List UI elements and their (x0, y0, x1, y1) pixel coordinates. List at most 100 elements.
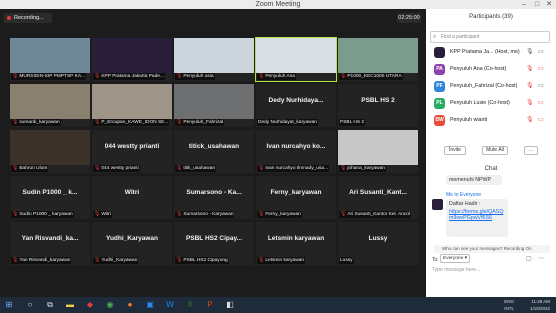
participant-item[interactable]: KPP Pratama Ja... (Host, me) 🎙 ▭ (430, 47, 552, 59)
muted-microphone-icon[interactable]: 🎙 (526, 99, 534, 106)
recording-warning[interactable]: Who can see your messages? Recording On (434, 245, 550, 253)
participant-search-input[interactable]: ⌕ Find a participant (430, 31, 550, 43)
video-tile[interactable]: Witri 🎙Witri (92, 176, 172, 219)
invite-button[interactable]: Invite (444, 146, 466, 155)
video-tile[interactable]: Yan Risvandi_ka... 🎙Yan Risvandi_karyawan (10, 222, 90, 265)
clock[interactable]: 11:48 AM 1/18/2022 (516, 298, 550, 312)
tile-name-text: Ari Susanti_Kantor Kel. Ancol (347, 212, 411, 217)
close-icon[interactable]: ✕ (543, 0, 555, 9)
tile-display-name: Letsmin karyawan (267, 235, 325, 242)
video-tile[interactable]: Sudin P1000 _ k... 🎙Sudin P1000 _ karyawa… (10, 176, 90, 219)
participant-item[interactable]: BW Penyuluh wianti 🎙 ▭ (430, 115, 552, 127)
to-label: To: (432, 257, 439, 263)
firefox-icon[interactable]: ● (124, 299, 136, 311)
video-off-icon[interactable]: ▭ (538, 99, 544, 106)
tile-display-name: Sumarsono - Ka... (186, 189, 242, 196)
chat-link[interactable]: https://forms.gle/QASQm9wePGpwVf6S6 (449, 209, 505, 221)
search-icon[interactable]: ○ (24, 299, 36, 311)
muted-microphone-icon[interactable]: 🎙 (526, 65, 534, 72)
video-tile[interactable]: titick_usahawan 🎙titik_usahawan (174, 130, 254, 173)
task-view-icon[interactable]: ⧉ (44, 299, 56, 311)
tile-name-label: 🎙Penyuluh Ana (257, 73, 296, 80)
recipient-value: Everyone (443, 256, 464, 261)
chat-message-input[interactable]: Type message here... (432, 267, 550, 277)
excel-icon[interactable]: X (184, 299, 196, 311)
video-tile[interactable]: 🎙MURSIDIN-SIP PMPTSP KA... (10, 38, 90, 81)
app-icon[interactable]: ◧ (224, 299, 236, 311)
muted-microphone-icon[interactable]: 🎙 (526, 82, 534, 89)
participant-list: KPP Pratama Ja... (Host, me) 🎙 ▭ PA Peny… (430, 47, 552, 132)
video-tile[interactable]: 🎙Penyuluh Ana (255, 37, 337, 82)
muted-microphone-icon: 🎙 (12, 257, 19, 263)
language-indicator[interactable]: ENG INTL (492, 298, 514, 312)
video-tile[interactable]: Dedy Nurhidaya... Dedy Nurhidayat_karyawa… (256, 84, 336, 127)
tile-name-text: P_Eroupan_KAWE_IDON SE... (101, 120, 169, 125)
warning-text: Who can see your messages? Recording On (442, 246, 532, 251)
recording-indicator[interactable]: Recording... (4, 13, 52, 23)
windows-start-icon[interactable]: ⊞ (3, 299, 15, 311)
video-tile[interactable]: PSBL HS 2 PSBL HS 2 (338, 84, 418, 127)
video-tile[interactable]: Ivan nurcahyo ko... 🎙Ivan nurcahyo Ilmnad… (256, 130, 336, 173)
muted-microphone-icon[interactable]: 🎙 (526, 116, 534, 123)
video-tile[interactable]: Letsmin karyawan 🎙Letsmin karyawan (256, 222, 336, 265)
tile-name-text: Penyuluh_Fahrizal (183, 120, 224, 125)
more-icon[interactable]: ⋯ (538, 255, 544, 262)
muted-microphone-icon: 🎙 (176, 119, 183, 125)
video-tile[interactable]: 🎙Penyuluh_Fahrizal (174, 84, 254, 127)
file-icon[interactable]: ▢ (526, 255, 532, 262)
tile-name-text: Lussy (340, 258, 353, 263)
word-icon[interactable]: W (164, 299, 176, 311)
tile-name-label: 🎙MURSIDIN-SIP PMPTSP KA... (11, 73, 87, 80)
video-tile[interactable]: Ferny_karyawan 🎙Ferny_karyawan (256, 176, 336, 219)
video-camera-icon[interactable]: ▭ (538, 48, 544, 55)
participant-item[interactable]: PL Penyuluh Lusie (Co-host) 🎙 ▭ (430, 98, 552, 110)
search-placeholder: Find a participant (441, 34, 480, 40)
video-tile[interactable]: Sumarsono - Ka... 🎙Sumarsono - Karyawan (174, 176, 254, 219)
video-off-icon[interactable]: ▭ (538, 65, 544, 72)
participant-item[interactable]: PA Penyuluh Ana (Co-host) 🎙 ▭ (430, 64, 552, 76)
avatar (434, 47, 445, 58)
video-tile[interactable]: 🎙P_Eroupan_KAWE_IDON SE... (92, 84, 172, 127)
tile-name-label: 🎙Sudin P1000 _ karyawan (11, 211, 74, 218)
video-tile[interactable]: 🎙KPP Pratama Jakarta Pade... (92, 38, 172, 81)
video-tile[interactable]: Yudhi_Karyawan 🎙Yudhi_Karyawan (92, 222, 172, 265)
video-tile[interactable]: 044 westty prianti 🎙044 westty prianti (92, 130, 172, 173)
participant-name: Penyuluh Lusie (Co-host) (450, 100, 510, 106)
app-icon[interactable]: ◆ (84, 299, 96, 311)
video-off-icon[interactable]: ▭ (538, 116, 544, 123)
recipient-select[interactable]: Everyone ▾ (440, 254, 470, 263)
tile-name-text: P1000_KEC1000 UTARA (347, 74, 402, 79)
video-tile[interactable]: 🎙Bahrun Ulum (10, 130, 90, 173)
video-camera-icon[interactable]: ▭ (538, 82, 544, 89)
minimize-icon[interactable]: – (518, 0, 530, 9)
tile-name-text: 044 westty prianti (101, 166, 139, 171)
video-tile[interactable]: Lussy Lussy (338, 222, 418, 265)
chrome-icon[interactable]: ◉ (104, 299, 116, 311)
muted-microphone-icon: 🎙 (94, 73, 101, 79)
video-tile[interactable]: 🎙johana_karyawan (338, 130, 418, 173)
window-title: Zoom Meeting (255, 1, 301, 8)
tile-name-text: KPP Pratama Jakarta Pade... (101, 74, 164, 79)
zoom-icon[interactable]: ▣ (144, 299, 156, 311)
participants-title: Participants (39) (469, 14, 513, 20)
tile-name-text: Penyuluh Ana (265, 74, 295, 79)
video-tile[interactable]: PSBL HS2 Cipay... 🎙PSBL HS2 Cipayung (174, 222, 254, 265)
tile-display-name: Ferny_karyawan (270, 189, 322, 196)
mute-all-button[interactable]: Mute All (482, 146, 508, 155)
video-tile[interactable]: 🎙P1000_KEC1000 UTARA (338, 38, 418, 81)
video-tile[interactable]: Ari Susanti_Kant... 🎙Ari Susanti_Kantor K… (338, 176, 418, 219)
powerpoint-icon[interactable]: P (204, 299, 216, 311)
tile-display-name: Witri (124, 189, 140, 196)
tile-name-label: 🎙KPP Pratama Jakarta Pade... (93, 73, 165, 80)
video-tile[interactable]: 🎙Penyuluh usia (174, 38, 254, 81)
video-feed (174, 38, 254, 73)
tile-name-label: 🎙PSBL HS2 Cipayung (175, 257, 229, 264)
microphone-icon[interactable]: 🎙 (526, 48, 534, 55)
participant-item[interactable]: PF Penyuluh_Fahrizal (Co-host) 🎙 ▭ (430, 81, 552, 93)
maximize-icon[interactable]: □ (531, 0, 543, 9)
chat-message-title: Daftar Hadir : (449, 201, 481, 207)
more-options-button[interactable]: ... (524, 146, 538, 155)
video-tile[interactable]: 🎙sumardi_karyawan (10, 84, 90, 127)
tile-name-text: Bahrun Ulum (19, 166, 48, 171)
file-explorer-icon[interactable]: ▬ (64, 299, 76, 311)
